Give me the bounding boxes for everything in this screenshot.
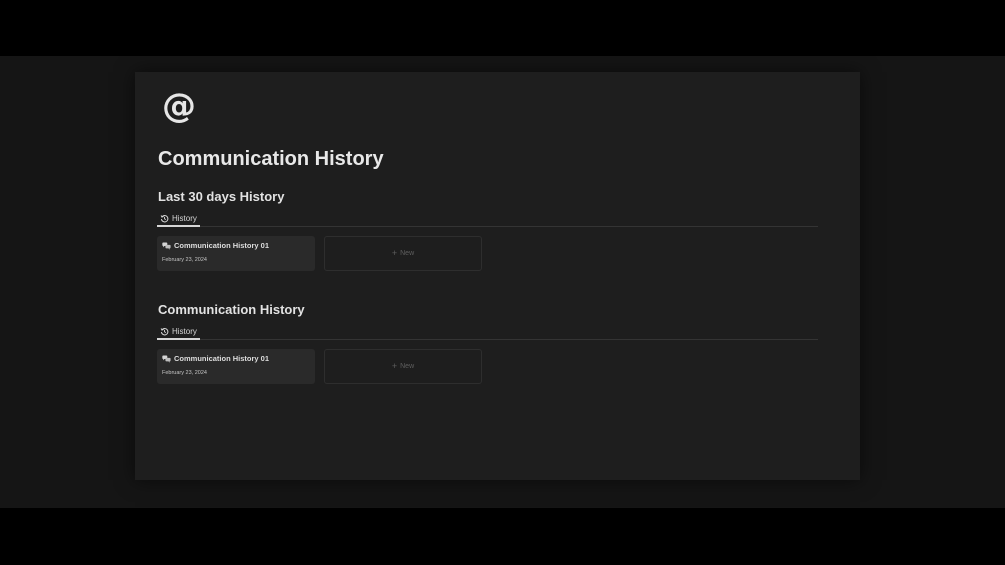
new-card-button[interactable]: + New — [324, 349, 482, 384]
card-title: Communication History 01 — [174, 241, 270, 250]
page-container: @ Communication History Last 30 days His… — [135, 72, 860, 480]
card-header: Communication History 01 — [162, 241, 269, 250]
tab-history[interactable]: History — [157, 324, 200, 340]
page-title: Communication History — [158, 148, 384, 170]
workspace-background: @ Communication History Last 30 days His… — [0, 56, 1005, 508]
tab-label: History — [172, 213, 197, 223]
history-icon — [160, 327, 169, 335]
card-date: February 23, 2024 — [162, 370, 207, 376]
new-label: New — [400, 250, 415, 257]
plus-icon: + — [391, 361, 398, 371]
gallery-card[interactable]: Communication History 01 February 23, 20… — [157, 236, 315, 271]
view-tabs: History — [157, 211, 818, 227]
card-header: Communication History 01 — [162, 354, 269, 363]
chat-icon — [162, 354, 171, 363]
card-date: February 23, 2024 — [162, 257, 207, 263]
chat-icon — [162, 241, 171, 250]
gallery: Communication History 01 February 23, 20… — [157, 349, 818, 385]
gallery-card[interactable]: Communication History 01 February 23, 20… — [157, 349, 315, 384]
linked-database-communication-history: Communication History History Communicat… — [157, 301, 818, 385]
tab-label: History — [172, 326, 197, 336]
letterbox-bottom — [0, 508, 1005, 565]
plus-icon: + — [391, 248, 398, 258]
section-title[interactable]: Last 30 days History — [158, 188, 818, 206]
section-title[interactable]: Communication History — [158, 301, 818, 319]
letterbox-top — [0, 0, 1005, 56]
gallery: Communication History 01 February 23, 20… — [157, 236, 818, 272]
new-label: New — [400, 363, 415, 370]
card-title: Communication History 01 — [174, 354, 270, 363]
history-icon — [160, 214, 169, 222]
new-card-button[interactable]: + New — [324, 236, 482, 271]
tab-history[interactable]: History — [157, 211, 200, 227]
view-tabs: History — [157, 324, 818, 340]
at-sign-icon[interactable]: @ — [161, 88, 197, 124]
linked-database-last-30-days: Last 30 days History History Communicati… — [157, 188, 818, 272]
